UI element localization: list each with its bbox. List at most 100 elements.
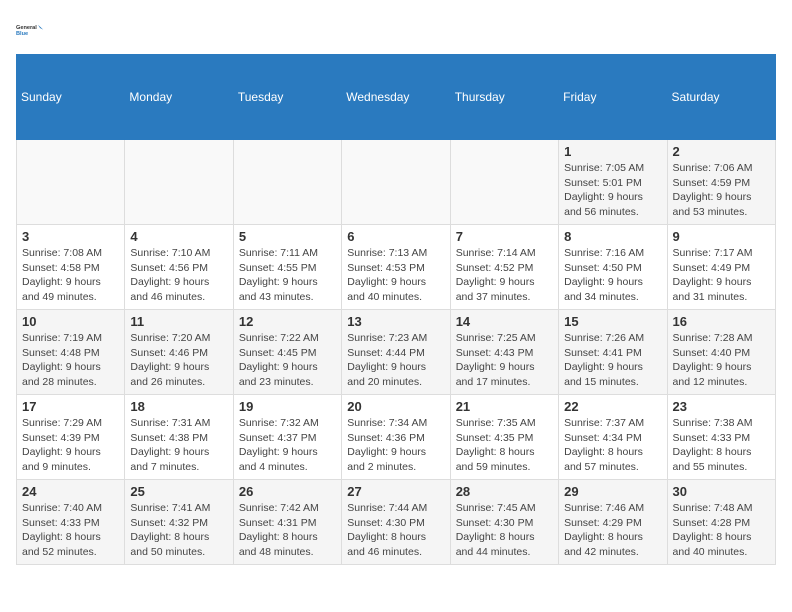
day-info: Sunrise: 7:16 AM Sunset: 4:50 PM Dayligh… (564, 246, 661, 305)
calendar-cell: 8 Sunrise: 7:16 AM Sunset: 4:50 PM Daylig… (559, 225, 667, 310)
day-number: 14 (456, 314, 553, 329)
day-info: Sunrise: 7:10 AM Sunset: 4:56 PM Dayligh… (130, 246, 227, 305)
logo: GeneralBlue (16, 16, 44, 44)
calendar-cell: 28 Sunrise: 7:45 AM Sunset: 4:30 PM Dayli… (450, 480, 558, 565)
day-number: 9 (673, 229, 770, 244)
calendar-cell: 1 Sunrise: 7:05 AM Sunset: 5:01 PM Daylig… (559, 140, 667, 225)
calendar-cell: 12 Sunrise: 7:22 AM Sunset: 4:45 PM Dayli… (233, 310, 341, 395)
calendar-cell: 18 Sunrise: 7:31 AM Sunset: 4:38 PM Dayli… (125, 395, 233, 480)
calendar-cell: 19 Sunrise: 7:32 AM Sunset: 4:37 PM Dayli… (233, 395, 341, 480)
calendar-cell: 2 Sunrise: 7:06 AM Sunset: 4:59 PM Daylig… (667, 140, 775, 225)
calendar-cell: 22 Sunrise: 7:37 AM Sunset: 4:34 PM Dayli… (559, 395, 667, 480)
day-info: Sunrise: 7:34 AM Sunset: 4:36 PM Dayligh… (347, 416, 444, 475)
day-info: Sunrise: 7:11 AM Sunset: 4:55 PM Dayligh… (239, 246, 336, 305)
day-number: 7 (456, 229, 553, 244)
calendar-cell: 11Sunrise: 7:20 AM Sunset: 4:46 PM Dayli… (125, 310, 233, 395)
calendar-cell (233, 140, 341, 225)
calendar-cell (342, 140, 450, 225)
calendar-cell: 30 Sunrise: 7:48 AM Sunset: 4:28 PM Dayli… (667, 480, 775, 565)
day-info: Sunrise: 7:19 AM Sunset: 4:48 PM Dayligh… (22, 331, 119, 390)
day-number: 27 (347, 484, 444, 499)
day-number: 22 (564, 399, 661, 414)
weekday-header: Friday (559, 55, 667, 140)
day-info: Sunrise: 7:45 AM Sunset: 4:30 PM Dayligh… (456, 501, 553, 560)
day-info: Sunrise: 7:05 AM Sunset: 5:01 PM Dayligh… (564, 161, 661, 220)
calendar-cell (17, 140, 125, 225)
calendar-week-row: 1 Sunrise: 7:05 AM Sunset: 5:01 PM Daylig… (17, 140, 776, 225)
day-info: Sunrise: 7:40 AM Sunset: 4:33 PM Dayligh… (22, 501, 119, 560)
day-info: Sunrise: 7:35 AM Sunset: 4:35 PM Dayligh… (456, 416, 553, 475)
day-info: Sunrise: 7:31 AM Sunset: 4:38 PM Dayligh… (130, 416, 227, 475)
calendar-header-row: SundayMondayTuesdayWednesdayThursdayFrid… (17, 55, 776, 140)
calendar-cell: 5 Sunrise: 7:11 AM Sunset: 4:55 PM Daylig… (233, 225, 341, 310)
svg-text:Blue: Blue (16, 31, 28, 37)
calendar-cell: 17Sunrise: 7:29 AM Sunset: 4:39 PM Dayli… (17, 395, 125, 480)
day-info: Sunrise: 7:17 AM Sunset: 4:49 PM Dayligh… (673, 246, 770, 305)
calendar-cell: 15 Sunrise: 7:26 AM Sunset: 4:41 PM Dayli… (559, 310, 667, 395)
day-number: 26 (239, 484, 336, 499)
day-number: 23 (673, 399, 770, 414)
day-number: 1 (564, 144, 661, 159)
day-number: 5 (239, 229, 336, 244)
calendar-cell: 16 Sunrise: 7:28 AM Sunset: 4:40 PM Dayli… (667, 310, 775, 395)
day-number: 30 (673, 484, 770, 499)
day-info: Sunrise: 7:28 AM Sunset: 4:40 PM Dayligh… (673, 331, 770, 390)
day-info: Sunrise: 7:32 AM Sunset: 4:37 PM Dayligh… (239, 416, 336, 475)
day-info: Sunrise: 7:29 AM Sunset: 4:39 PM Dayligh… (22, 416, 119, 475)
day-number: 24 (22, 484, 119, 499)
calendar-week-row: 3 Sunrise: 7:08 AM Sunset: 4:58 PM Daylig… (17, 225, 776, 310)
day-number: 10 (22, 314, 119, 329)
weekday-header: Tuesday (233, 55, 341, 140)
calendar-week-row: 17Sunrise: 7:29 AM Sunset: 4:39 PM Dayli… (17, 395, 776, 480)
weekday-header: Saturday (667, 55, 775, 140)
calendar-cell: 20 Sunrise: 7:34 AM Sunset: 4:36 PM Dayli… (342, 395, 450, 480)
day-info: Sunrise: 7:26 AM Sunset: 4:41 PM Dayligh… (564, 331, 661, 390)
calendar-cell: 7 Sunrise: 7:14 AM Sunset: 4:52 PM Daylig… (450, 225, 558, 310)
day-info: Sunrise: 7:22 AM Sunset: 4:45 PM Dayligh… (239, 331, 336, 390)
calendar-cell: 25Sunrise: 7:41 AM Sunset: 4:32 PM Dayli… (125, 480, 233, 565)
day-info: Sunrise: 7:42 AM Sunset: 4:31 PM Dayligh… (239, 501, 336, 560)
day-number: 13 (347, 314, 444, 329)
logo-icon: GeneralBlue (16, 16, 44, 44)
day-number: 3 (22, 229, 119, 244)
day-number: 8 (564, 229, 661, 244)
day-number: 12 (239, 314, 336, 329)
calendar-cell: 13Sunrise: 7:23 AM Sunset: 4:44 PM Dayli… (342, 310, 450, 395)
svg-text:General: General (16, 25, 37, 31)
calendar-cell (125, 140, 233, 225)
day-info: Sunrise: 7:06 AM Sunset: 4:59 PM Dayligh… (673, 161, 770, 220)
calendar-cell: 3 Sunrise: 7:08 AM Sunset: 4:58 PM Daylig… (17, 225, 125, 310)
calendar-cell: 4 Sunrise: 7:10 AM Sunset: 4:56 PM Daylig… (125, 225, 233, 310)
calendar-week-row: 24 Sunrise: 7:40 AM Sunset: 4:33 PM Dayli… (17, 480, 776, 565)
page-header: GeneralBlue (16, 16, 776, 44)
day-number: 28 (456, 484, 553, 499)
day-number: 25 (130, 484, 227, 499)
calendar-cell: 6 Sunrise: 7:13 AM Sunset: 4:53 PM Daylig… (342, 225, 450, 310)
weekday-header: Sunday (17, 55, 125, 140)
weekday-header: Thursday (450, 55, 558, 140)
calendar-cell: 26 Sunrise: 7:42 AM Sunset: 4:31 PM Dayli… (233, 480, 341, 565)
day-info: Sunrise: 7:46 AM Sunset: 4:29 PM Dayligh… (564, 501, 661, 560)
calendar-cell: 10 Sunrise: 7:19 AM Sunset: 4:48 PM Dayli… (17, 310, 125, 395)
day-info: Sunrise: 7:25 AM Sunset: 4:43 PM Dayligh… (456, 331, 553, 390)
day-info: Sunrise: 7:37 AM Sunset: 4:34 PM Dayligh… (564, 416, 661, 475)
day-number: 15 (564, 314, 661, 329)
day-number: 4 (130, 229, 227, 244)
day-info: Sunrise: 7:48 AM Sunset: 4:28 PM Dayligh… (673, 501, 770, 560)
day-info: Sunrise: 7:13 AM Sunset: 4:53 PM Dayligh… (347, 246, 444, 305)
day-number: 19 (239, 399, 336, 414)
calendar-cell: 21Sunrise: 7:35 AM Sunset: 4:35 PM Dayli… (450, 395, 558, 480)
day-number: 20 (347, 399, 444, 414)
calendar-cell: 23 Sunrise: 7:38 AM Sunset: 4:33 PM Dayli… (667, 395, 775, 480)
calendar-cell: 29 Sunrise: 7:46 AM Sunset: 4:29 PM Dayli… (559, 480, 667, 565)
day-number: 18 (130, 399, 227, 414)
day-info: Sunrise: 7:14 AM Sunset: 4:52 PM Dayligh… (456, 246, 553, 305)
day-number: 2 (673, 144, 770, 159)
day-info: Sunrise: 7:38 AM Sunset: 4:33 PM Dayligh… (673, 416, 770, 475)
day-number: 16 (673, 314, 770, 329)
day-number: 11 (130, 314, 227, 329)
calendar-cell: 27Sunrise: 7:44 AM Sunset: 4:30 PM Dayli… (342, 480, 450, 565)
day-number: 6 (347, 229, 444, 244)
day-number: 29 (564, 484, 661, 499)
day-info: Sunrise: 7:08 AM Sunset: 4:58 PM Dayligh… (22, 246, 119, 305)
